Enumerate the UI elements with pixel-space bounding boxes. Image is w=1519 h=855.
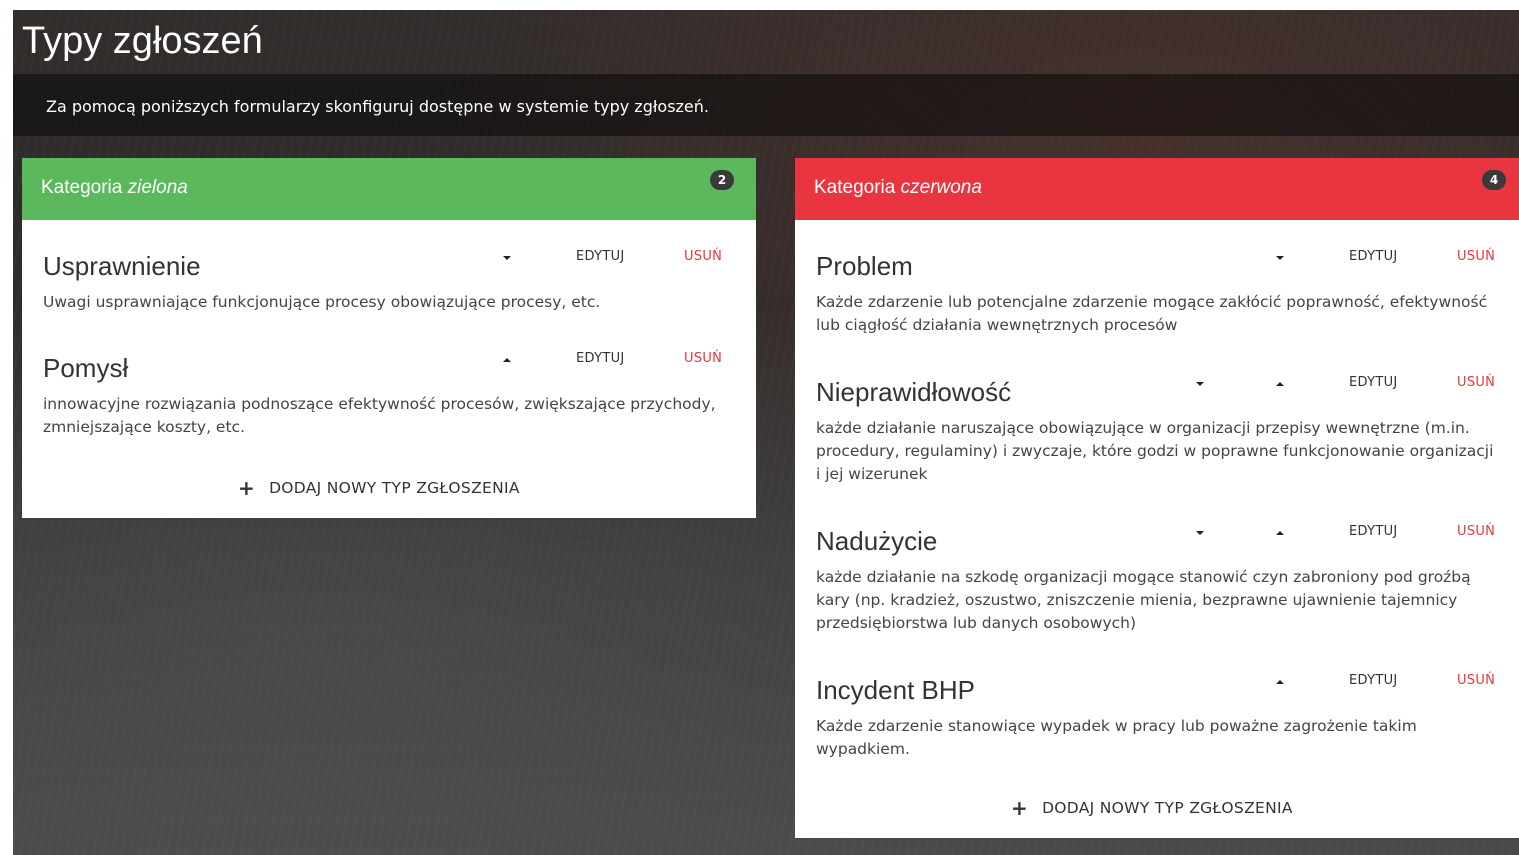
add-report-type-button[interactable]: + DODAJ NOWY TYP ZGŁOSZENIA	[238, 476, 520, 500]
category-label-name: zielona	[127, 177, 188, 198]
report-type-title: Nadużycie	[816, 526, 938, 556]
plus-icon: +	[238, 476, 256, 500]
move-up-icon[interactable]	[1276, 382, 1284, 386]
delete-button[interactable]: USUŃ	[1457, 673, 1495, 688]
report-type-item-pomysl: Pomysł EDYTUJ USUŃ innowacyjne rozwiązan…	[43, 348, 733, 448]
category-label-prefix: Kategoria	[41, 177, 123, 198]
edit-button[interactable]: EDYTUJ	[1349, 524, 1398, 539]
report-type-item-naduzycie: Nadużycie EDYTUJ USUŃ każde działanie na…	[816, 521, 1506, 641]
report-type-title: Usprawnienie	[43, 251, 201, 281]
move-down-icon[interactable]	[503, 256, 511, 260]
move-down-icon[interactable]	[1196, 382, 1204, 386]
move-up-icon[interactable]	[503, 358, 511, 362]
delete-button[interactable]: USUŃ	[684, 249, 722, 264]
report-type-description: Uwagi usprawniające funkcjonujące proces…	[43, 293, 601, 311]
move-down-icon[interactable]	[1276, 256, 1284, 260]
report-type-description: Każde zdarzenie stanowiące wypadek w pra…	[816, 717, 1417, 758]
move-down-icon[interactable]	[1196, 531, 1204, 535]
category-card-red: Kategoria czerwona 4 Problem EDYTUJ USUŃ…	[795, 158, 1519, 838]
edit-button[interactable]: EDYTUJ	[1349, 673, 1398, 688]
count-badge: 4	[1482, 170, 1506, 190]
edit-button[interactable]: EDYTUJ	[576, 249, 625, 264]
report-type-description: każde działanie na szkodę organizacji mo…	[816, 568, 1471, 632]
delete-button[interactable]: USUŃ	[1457, 375, 1495, 390]
edit-button[interactable]: EDYTUJ	[1349, 375, 1398, 390]
category-label-prefix: Kategoria	[814, 177, 896, 198]
report-type-item-problem: Problem EDYTUJ USUŃ Każde zdarzenie lub …	[816, 246, 1506, 346]
category-header-green: Kategoria zielona 2	[22, 158, 756, 220]
move-up-icon[interactable]	[1276, 680, 1284, 684]
report-type-item-incydent-bhp: Incydent BHP EDYTUJ USUŃ Każde zdarzenie…	[816, 670, 1506, 770]
delete-button[interactable]: USUŃ	[1457, 249, 1495, 264]
category-header-red: Kategoria czerwona 4	[795, 158, 1519, 220]
delete-button[interactable]: USUŃ	[684, 351, 722, 366]
report-type-title: Pomysł	[43, 353, 129, 383]
page-description: Za pomocą poniższych formularzy skonfigu…	[46, 97, 709, 116]
report-type-title: Nieprawidłowość	[816, 377, 1012, 407]
move-up-icon[interactable]	[1276, 531, 1284, 535]
report-type-description: innowacyjne rozwiązania podnoszące efekt…	[43, 395, 716, 436]
category-label-name: czerwona	[900, 177, 982, 198]
report-type-description: Każde zdarzenie lub potencjalne zdarzeni…	[816, 293, 1488, 334]
add-report-type-label: DODAJ NOWY TYP ZGŁOSZENIA	[269, 479, 520, 497]
report-type-title: Incydent BHP	[816, 675, 975, 705]
report-type-item-nieprawidlowosc: Nieprawidłowość EDYTUJ USUŃ każde działa…	[816, 372, 1506, 492]
edit-button[interactable]: EDYTUJ	[576, 351, 625, 366]
add-report-type-button[interactable]: + DODAJ NOWY TYP ZGŁOSZENIA	[1011, 796, 1293, 820]
page-title: Typy zgłoszeń	[22, 20, 263, 62]
plus-icon: +	[1011, 796, 1029, 820]
count-badge: 2	[710, 170, 734, 190]
report-type-item-usprawnienie: Usprawnienie EDYTUJ USUŃ Uwagi usprawnia…	[43, 246, 733, 326]
report-type-description: każde działanie naruszające obowiązujące…	[816, 419, 1494, 483]
delete-button[interactable]: USUŃ	[1457, 524, 1495, 539]
add-report-type-label: DODAJ NOWY TYP ZGŁOSZENIA	[1042, 799, 1293, 817]
edit-button[interactable]: EDYTUJ	[1349, 249, 1398, 264]
category-card-green: Kategoria zielona 2 Usprawnienie EDYTUJ …	[22, 158, 756, 518]
report-type-title: Problem	[816, 251, 913, 281]
